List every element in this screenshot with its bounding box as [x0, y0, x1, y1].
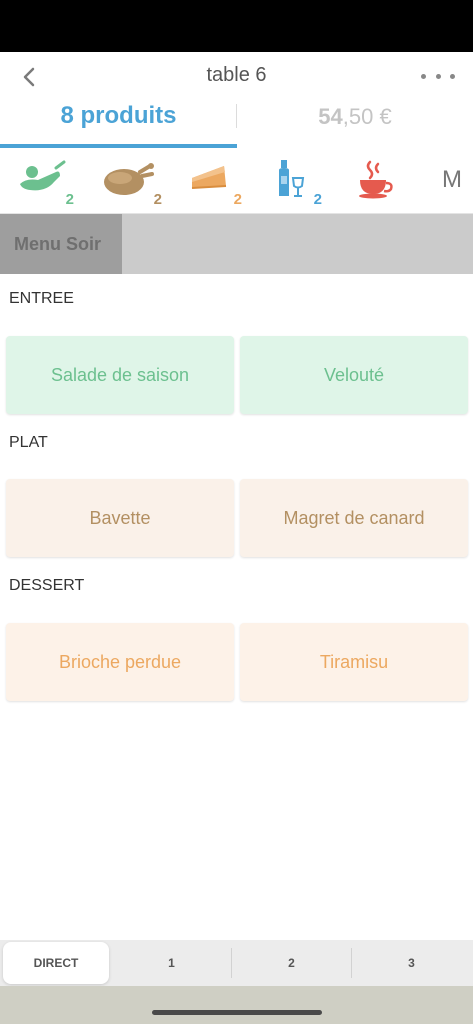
category-badge: 2: [313, 191, 322, 208]
segment-direct[interactable]: DIRECT: [3, 942, 109, 984]
bottle-glass-icon: [279, 160, 305, 197]
tab-products[interactable]: 8 produits: [0, 100, 237, 148]
category-bar: 2 2 2 2 M: [0, 148, 473, 214]
products-count-label: 8 produits: [60, 102, 177, 129]
category-dessert[interactable]: 2: [190, 158, 242, 208]
dish-icon: [20, 160, 66, 191]
product-button[interactable]: Velouté: [240, 336, 468, 414]
section-title-entree: ENTREE: [9, 290, 74, 307]
product-button[interactable]: Tiramisu: [240, 623, 468, 701]
segment-2[interactable]: 2: [232, 940, 351, 986]
product-button[interactable]: Magret de canard: [240, 479, 468, 557]
section-title-plat: PLAT: [9, 434, 48, 451]
product-button[interactable]: Brioche perdue: [6, 623, 234, 701]
cake-slice-icon: [191, 166, 227, 189]
category-hot-drinks[interactable]: [356, 158, 396, 204]
service-segment-control: DIRECT 1 2 3: [0, 940, 473, 986]
section-title-dessert: DESSERT: [9, 577, 85, 594]
total-amount: 54,50 €: [318, 104, 391, 130]
menu-tab-soir[interactable]: Menu Soir: [0, 214, 122, 274]
home-indicator-area: [0, 986, 473, 1024]
status-bar: [0, 0, 473, 52]
tab-total[interactable]: 54,50 €: [237, 100, 473, 148]
category-badge: 2: [65, 191, 74, 208]
nav-bar: table 6: [0, 52, 473, 100]
screen: table 6 8 produits 54,50 € 2 2 2 2 M Men…: [0, 0, 473, 1024]
segment-1[interactable]: 1: [112, 940, 231, 986]
category-more-label[interactable]: M: [442, 166, 462, 194]
more-options-button[interactable]: [421, 66, 455, 86]
hot-cup-icon: [359, 160, 393, 199]
summary-tabs: 8 produits 54,50 €: [0, 100, 473, 148]
category-drinks[interactable]: 2: [276, 158, 322, 208]
total-cents: ,50 €: [342, 104, 392, 129]
product-button[interactable]: Salade de saison: [6, 336, 234, 414]
home-indicator[interactable]: [152, 1010, 322, 1015]
dot-icon: [435, 73, 441, 79]
dot-icon: [421, 73, 426, 79]
menu-tab-label: Menu Soir: [14, 233, 102, 254]
page-title: table 6: [206, 64, 267, 86]
category-badge: 2: [233, 191, 242, 208]
product-button[interactable]: Bavette: [6, 479, 234, 557]
dot-icon: [450, 73, 455, 79]
category-badge: 2: [153, 191, 162, 208]
segment-3[interactable]: 3: [352, 940, 471, 986]
menu-bar: Menu Soir: [0, 214, 473, 274]
total-euros: 54: [318, 104, 343, 129]
roast-chicken-icon: [104, 163, 154, 195]
category-plat[interactable]: 2: [102, 158, 162, 208]
category-entree[interactable]: 2: [16, 158, 74, 208]
